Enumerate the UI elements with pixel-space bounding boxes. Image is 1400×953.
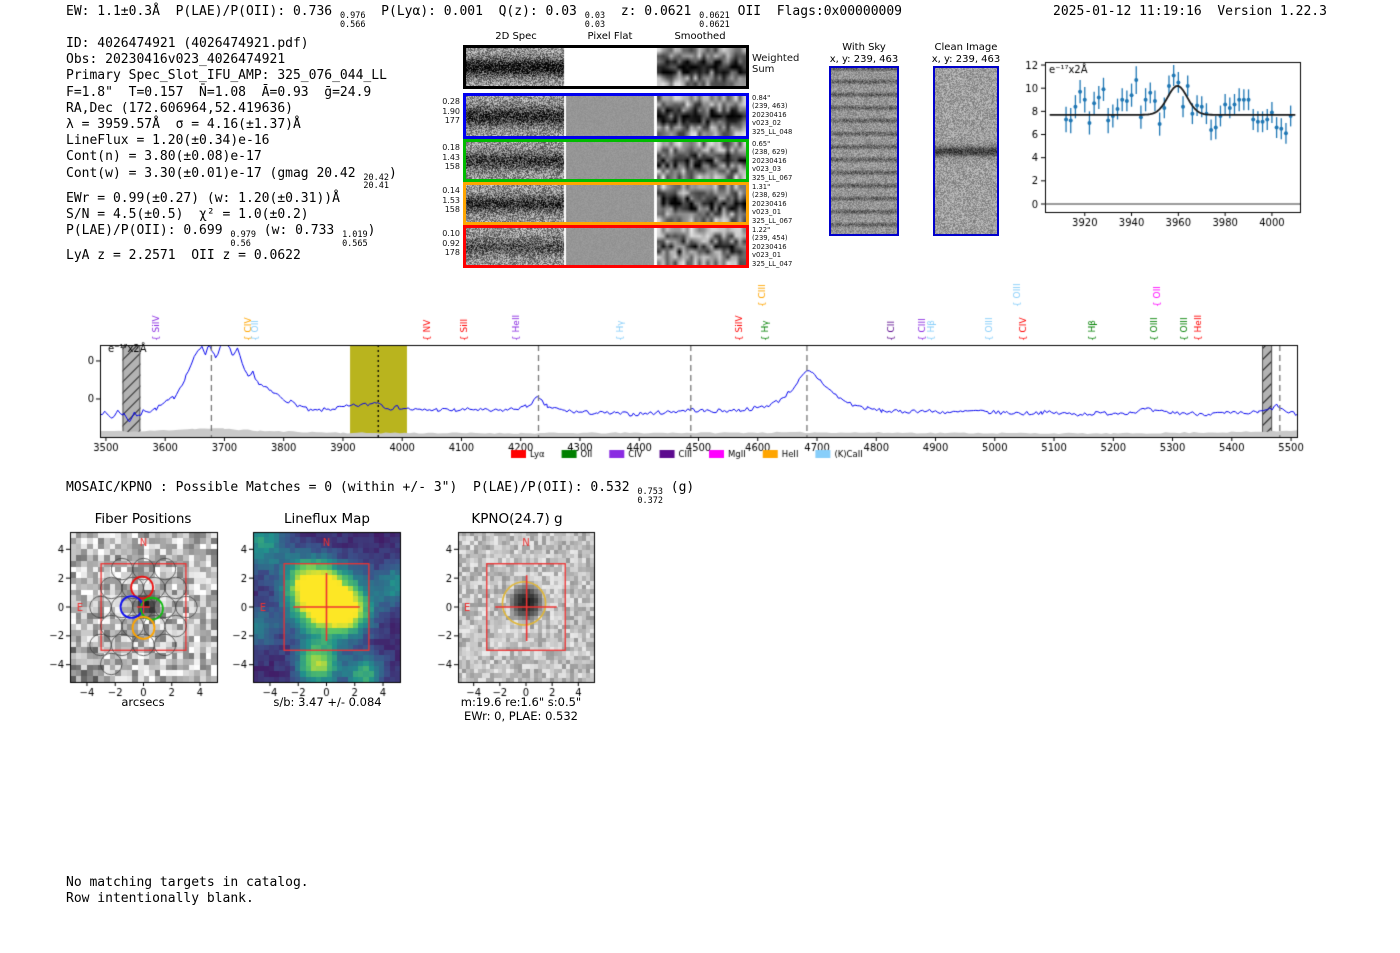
canvas-lineflux: [218, 528, 418, 698]
spec2d-row-right-label: 1.31" (238, 629) 20230416 v023_01 325_LL_067: [752, 183, 793, 225]
info-line: RA,Dec (172.606964,52.419636): [66, 100, 293, 116]
canvas-fiber: [30, 528, 230, 698]
lineflux-caption: s/b: 3.47 +/- 0.084: [273, 695, 382, 709]
info-line: Obs: 20230416v023_4026474921: [66, 52, 286, 68]
mosaic-match-line: MOSAIC/KPNO : Possible Matches = 0 (with…: [66, 480, 695, 506]
catalog-note-line2: Row intentionally blank.: [66, 890, 254, 906]
header-summary-line: EW: 1.1±0.3Å P(LAE)/P(OII): 0.736 0.976 0…: [66, 4, 902, 30]
clean-title-line1: Clean Image: [934, 42, 998, 53]
spec2d-row-canvas: [466, 142, 746, 179]
header-timestamp-version: 2025-01-12 11:19:16 Version 1.22.3: [1053, 4, 1327, 19]
kpno-title: KPNO(24.7) g: [471, 511, 563, 527]
col-header-2dspec: 2D Spec: [495, 31, 537, 42]
clean-title: Clean Image x, y: 239, 463: [916, 42, 1016, 65]
spec2d-row-frame: [463, 45, 749, 89]
info-line: Cont(n) = 3.80(±0.08)e-17: [66, 149, 262, 165]
withsky-title-line2: x, y: 239, 463: [829, 53, 899, 65]
clean-frame: [933, 66, 999, 236]
canvas-kpno: [423, 528, 623, 698]
withsky-frame: [829, 66, 899, 236]
spec2d-row-frame: [463, 93, 749, 139]
info-line: S/N = 4.5(±0.5) χ² = 1.0(±0.2): [66, 206, 309, 222]
col-header-smoothed: Smoothed: [674, 31, 726, 42]
info-line: EWr = 0.99(±0.27) (w: 1.20(±0.31))Å: [66, 190, 340, 206]
info-block: ID: 4026474921 (4026474921.pdf) Obs: 2023…: [66, 36, 397, 264]
spec2d-row-frame: [463, 139, 749, 182]
spec2d-row-frame: [463, 182, 749, 225]
info-line: Primary Spec_Slot_IFU_AMP: 325_076_044_L…: [66, 68, 387, 84]
catalog-note-line1: No matching targets in catalog.: [66, 875, 309, 890]
catalog-note: No matching targets in catalog. Row inte…: [66, 875, 309, 906]
withsky-title-line1: With Sky: [842, 42, 886, 53]
spec2d-row-right-label: 0.65" (238, 629) 20230416 v023_03 325_LL_067: [752, 140, 793, 182]
spec2d-row-canvas: [466, 96, 746, 136]
spec2d-row-canvas: [466, 48, 746, 86]
fiber-xlabel: arcsecs: [121, 695, 165, 709]
spec2d-row-canvas: [466, 185, 746, 222]
spec2d-row-right-label: 1.22" (239, 454) 20230416 v023_01 325_LL_047: [752, 226, 793, 268]
kpno-caption-2: EWr: 0, PLAE: 0.532: [464, 709, 578, 723]
spec2d-row-frame: [463, 225, 749, 268]
spec2d-weighted-sum-label: Weighted Sum: [752, 53, 800, 75]
canvas-clean: [935, 68, 997, 234]
canvas-line-fit-plot: [1023, 55, 1305, 227]
spec2d-row-canvas: [466, 228, 746, 265]
canvas-full-spectrum: [88, 268, 1313, 464]
info-line: ID: 4026474921 (4026474921.pdf): [66, 36, 309, 51]
info-line: Cont(w) = 3.30(±0.01)e-17 (gmag 20.42 20…: [66, 165, 397, 192]
withsky-title: With Sky x, y: 239, 463: [814, 42, 914, 65]
spec2d-row-left-label: 0.14 1.53 158: [442, 186, 460, 214]
info-line: P(LAE)/P(OII): 0.699 0.979 0.56 (w: 0.733…: [66, 223, 376, 249]
col-header-pixelflat: Pixel Flat: [587, 31, 633, 42]
info-line: LineFlux = 1.20(±0.34)e-16: [66, 133, 270, 149]
info-line: LyA z = 2.2571 OII z = 0.0622: [66, 248, 301, 264]
canvas-withsky: [831, 68, 897, 234]
lineflux-map-title: Lineflux Map: [284, 511, 370, 527]
spec2d-row-left-label: 0.28 1.90 177: [442, 97, 460, 125]
kpno-caption-1: m:19.6 re:1.6" s:0.5": [460, 695, 582, 709]
info-line: F=1.8" T=0.157 N̄=1.08 Ā=0.93 ḡ=24.9: [66, 84, 372, 100]
spec2d-row-left-label: 0.18 1.43 158: [442, 143, 460, 171]
info-line: λ = 3959.57Å σ = 4.16(±1.37)Å: [66, 117, 301, 133]
spec2d-row-right-label: 0.84" (239, 463) 20230416 v023_02 325_LL_048: [752, 94, 793, 136]
elixer-report-page: EW: 1.1±0.3Å P(LAE)/P(OII): 0.736 0.976 0…: [0, 0, 1400, 953]
fiber-positions-title: Fiber Positions: [94, 511, 192, 527]
spec2d-row-left-label: 0.10 0.92 178: [442, 229, 460, 257]
clean-title-line2: x, y: 239, 463: [931, 53, 1001, 65]
